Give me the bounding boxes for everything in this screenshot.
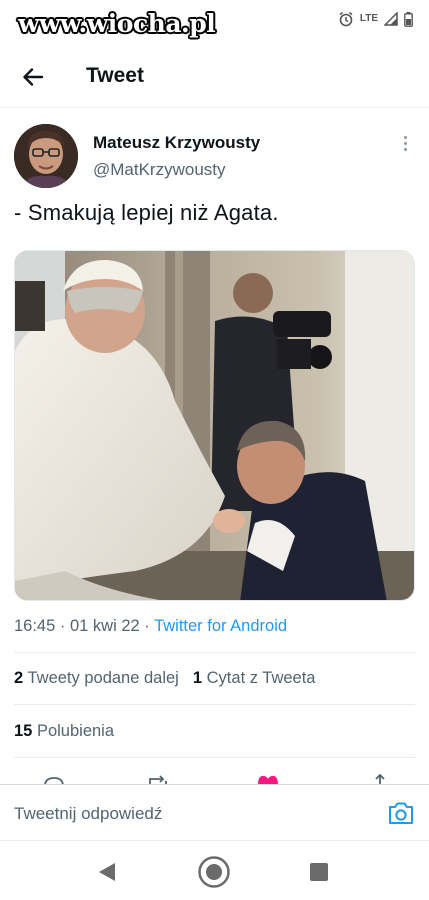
meta-separator: · [59, 617, 70, 635]
divider [14, 652, 415, 653]
camera-button[interactable] [387, 800, 415, 826]
top-app-bar: Tweet [0, 46, 429, 108]
network-type: LTE [359, 13, 378, 24]
divider [14, 704, 415, 705]
likes-label: Polubienia [36, 722, 115, 740]
status-bar: www.wiocha.pl LTE [0, 0, 429, 46]
back-button[interactable] [18, 62, 48, 92]
likes-stat[interactable]: 15 Polubienia [14, 722, 114, 741]
likes-count: 15 [14, 722, 33, 740]
quotes-stat[interactable]: 1 Cytat z Tweeta [193, 669, 316, 687]
watermark-logo: www.wiocha.pl [18, 9, 216, 38]
retweets-count: 2 [14, 669, 24, 687]
like-icon[interactable] [256, 775, 280, 784]
camera-icon [389, 802, 413, 824]
reply-input[interactable]: Tweetnij odpowiedź [14, 804, 162, 824]
quotes-label: Cytat z Tweeta [206, 669, 316, 687]
tweet-meta: 16:45 · 01 kwi 22 · Twitter for Android [14, 617, 287, 636]
retweets-label: Tweety podane dalej [27, 669, 179, 687]
vertical-dots-icon-dot [403, 142, 407, 145]
tweet-actions-row [0, 770, 429, 784]
retweet-icon[interactable] [146, 775, 172, 784]
reply-composer: Tweetnij odpowiedź [0, 784, 429, 840]
reply-icon[interactable] [42, 774, 66, 784]
nav-back-icon[interactable] [96, 861, 118, 883]
tweet-photo[interactable] [14, 250, 415, 601]
signal-icon [383, 11, 398, 31]
tweet-text: - Smakują lepiej niż Agata. [14, 200, 279, 225]
share-icon[interactable] [372, 774, 388, 784]
alarm-icon [338, 11, 354, 32]
status-icons: LTE [338, 11, 413, 32]
tweet-date: 01 kwi 22 [69, 617, 140, 635]
tweet-time: 16:45 [14, 617, 56, 635]
vertical-dots-icon-dot [403, 148, 407, 151]
arrow-left-icon [23, 68, 44, 86]
author-avatar[interactable] [14, 124, 78, 188]
battery-icon [404, 11, 413, 32]
divider [14, 757, 415, 758]
nav-recents-icon[interactable] [310, 863, 328, 881]
vertical-dots-icon [403, 136, 407, 139]
system-nav-bar [0, 840, 429, 900]
nav-home-icon[interactable] [197, 855, 231, 889]
quotes-count: 1 [192, 669, 203, 687]
author-name[interactable]: Mateusz Krzywousty [93, 133, 260, 153]
engagement-stats: 2 Tweety podane dalej 1 Cytat z Tweeta [14, 669, 315, 688]
author-handle[interactable]: @MatKrzywousty [93, 160, 226, 180]
meta-separator: · [144, 617, 155, 635]
page-title: Tweet [86, 64, 144, 87]
retweets-stat[interactable]: 2 Tweety podane dalej [14, 669, 179, 687]
more-options-button[interactable] [395, 133, 415, 153]
tweet-source-link[interactable]: Twitter for Android [154, 617, 287, 635]
